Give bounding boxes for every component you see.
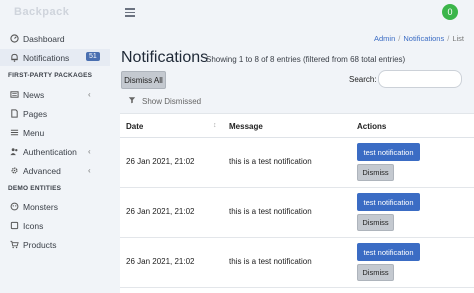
sidebar-item-label: Pages bbox=[23, 108, 48, 119]
list-icon bbox=[10, 128, 19, 137]
monster-icon bbox=[10, 202, 19, 211]
sidebar-item-label: Dashboard bbox=[23, 33, 65, 44]
table-row: 26 Jan 2021, 21:02 this is a test notifi… bbox=[120, 188, 474, 238]
sidebar-item-icons[interactable]: Icons bbox=[0, 217, 110, 234]
row-message: this is a test notification bbox=[229, 207, 312, 216]
row-date: 26 Jan 2021, 21:02 bbox=[126, 207, 195, 216]
dismiss-all-button[interactable]: Dismiss All bbox=[121, 71, 166, 89]
dashboard-icon bbox=[10, 34, 19, 43]
page-title: Notifications bbox=[121, 49, 209, 66]
sidebar-item-news[interactable]: News ‹ bbox=[0, 86, 110, 103]
sidebar-item-label: News bbox=[23, 89, 45, 100]
table-row: 26 Jan 2021, 21:02 this is a test notifi… bbox=[120, 238, 474, 288]
sidebar-item-products[interactable]: Products bbox=[0, 236, 110, 253]
test-notification-button[interactable]: test notification bbox=[357, 143, 420, 161]
breadcrumb-admin[interactable]: Admin bbox=[374, 34, 395, 43]
search-label: Search: bbox=[349, 75, 377, 84]
sidebar-item-authentication[interactable]: Authentication ‹ bbox=[0, 143, 110, 160]
sidebar: Dashboard Notifications 51 FIRST-PARTY P… bbox=[0, 28, 110, 293]
sidebar-item-label: Monsters bbox=[23, 201, 58, 212]
sidebar-item-notifications[interactable]: Notifications 51 bbox=[0, 49, 110, 66]
news-icon bbox=[10, 90, 19, 99]
sidebar-item-menu[interactable]: Menu bbox=[0, 124, 110, 141]
test-notification-button[interactable]: test notification bbox=[357, 243, 420, 261]
menu-toggle-icon[interactable] bbox=[125, 8, 135, 17]
breadcrumb: Admin / Notifications / List bbox=[374, 34, 464, 43]
brand-logo[interactable]: Backpack bbox=[14, 6, 69, 18]
group-icon bbox=[10, 147, 19, 156]
table-row: 26 Jan 2021, 21:02 this is a test notifi… bbox=[120, 138, 474, 188]
breadcrumb-notifications[interactable]: Notifications bbox=[403, 34, 444, 43]
search-input[interactable] bbox=[378, 70, 462, 88]
sidebar-item-label: Authentication bbox=[23, 146, 77, 157]
sidebar-item-pages[interactable]: Pages bbox=[0, 105, 110, 122]
show-dismissed-filter[interactable]: Show Dismissed bbox=[128, 96, 201, 106]
chevron-left-icon[interactable]: ‹ bbox=[88, 90, 91, 99]
dismiss-button[interactable]: Dismiss bbox=[357, 214, 394, 231]
column-header-date[interactable]: Date bbox=[126, 122, 143, 131]
sidebar-item-label: Advanced bbox=[23, 165, 61, 176]
column-header-message: Message bbox=[229, 122, 263, 131]
sort-icon[interactable]: ↕ bbox=[213, 122, 217, 129]
row-date: 26 Jan 2021, 21:02 bbox=[126, 257, 195, 266]
test-notification-button[interactable]: test notification bbox=[357, 193, 420, 211]
breadcrumb-current: List bbox=[452, 34, 464, 43]
sidebar-item-label: Products bbox=[23, 239, 57, 250]
sidebar-item-advanced[interactable]: Advanced ‹ bbox=[0, 162, 110, 179]
show-dismissed-label: Show Dismissed bbox=[142, 96, 202, 106]
section-header-demo: DEMO ENTITIES bbox=[8, 185, 62, 192]
icons-icon bbox=[10, 221, 19, 230]
row-date: 26 Jan 2021, 21:02 bbox=[126, 157, 195, 166]
sidebar-item-label: Icons bbox=[23, 220, 44, 231]
notifications-table: Date ↕ Message Actions 26 Jan 2021, 21:0… bbox=[120, 113, 474, 293]
cogs-icon bbox=[10, 166, 19, 175]
user-avatar[interactable]: 0 bbox=[442, 4, 458, 20]
sidebar-item-monsters[interactable]: Monsters bbox=[0, 198, 110, 215]
file-icon bbox=[10, 109, 19, 118]
dismiss-button[interactable]: Dismiss bbox=[357, 164, 394, 181]
sidebar-item-label: Notifications bbox=[23, 52, 70, 63]
sidebar-item-dashboard[interactable]: Dashboard bbox=[0, 30, 110, 47]
dismiss-button[interactable]: Dismiss bbox=[357, 264, 394, 281]
entries-summary: Showing 1 to 8 of 8 entries (filtered fr… bbox=[206, 55, 406, 64]
section-header-first-party: FIRST-PARTY PACKAGES bbox=[8, 72, 93, 79]
cart-icon bbox=[10, 240, 19, 249]
chevron-left-icon[interactable]: ‹ bbox=[88, 166, 91, 175]
bell-icon bbox=[10, 53, 19, 62]
notification-count-badge: 51 bbox=[86, 52, 100, 61]
filter-icon bbox=[128, 96, 136, 106]
chevron-left-icon[interactable]: ‹ bbox=[88, 147, 91, 156]
row-message: this is a test notification bbox=[229, 157, 312, 166]
column-header-actions: Actions bbox=[357, 122, 387, 131]
sidebar-item-label: Menu bbox=[23, 127, 45, 138]
top-navbar: Backpack 0 bbox=[0, 0, 474, 28]
row-message: this is a test notification bbox=[229, 257, 312, 266]
